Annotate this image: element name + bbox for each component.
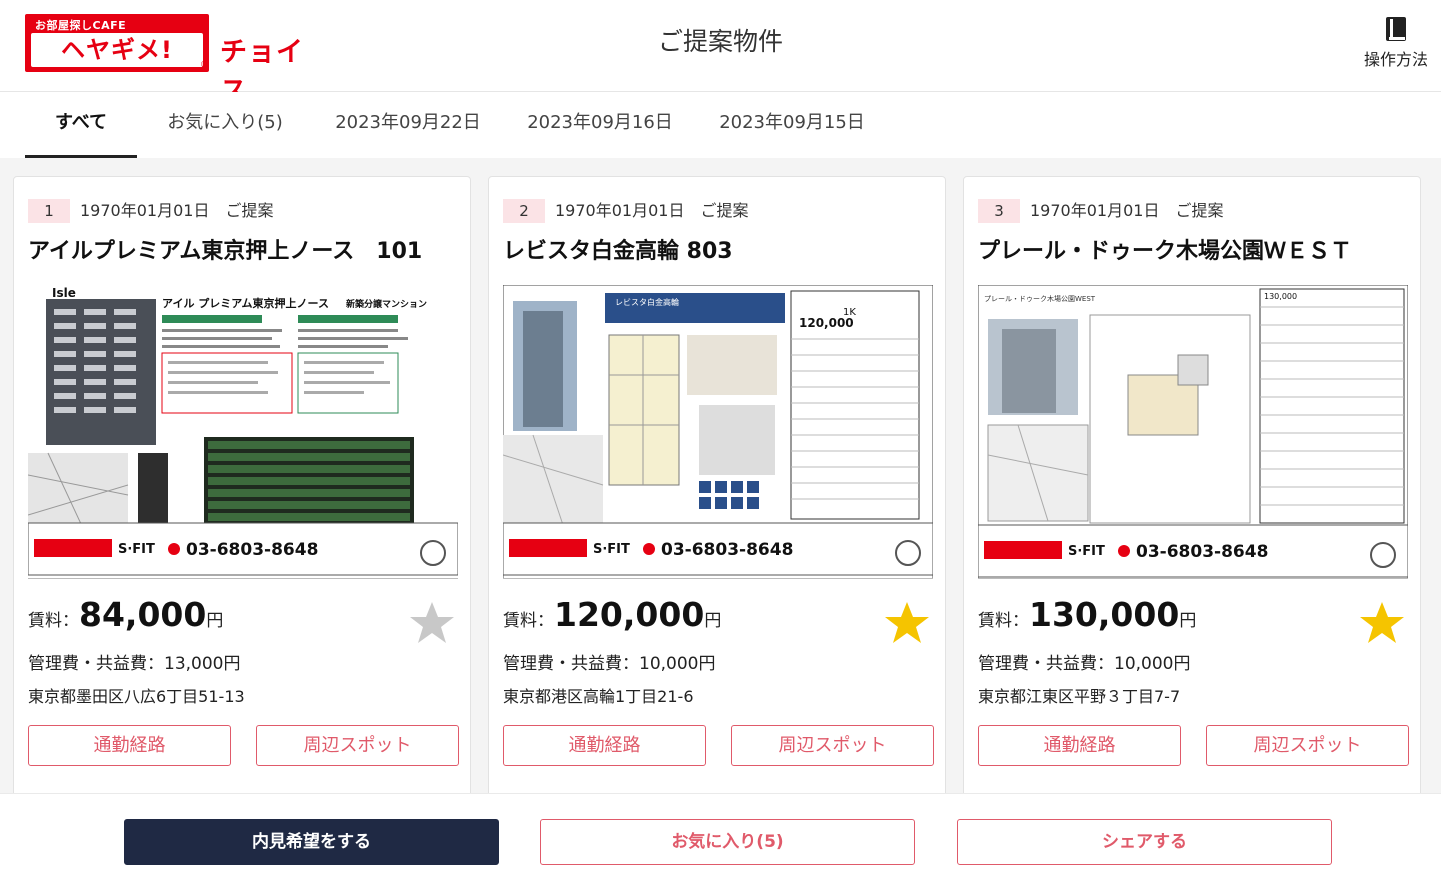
property-flyer-image[interactable]: プレール・ドゥーク木場公園WEST 130,000 S·FIT 03-6803-… — [978, 285, 1408, 579]
tab-favorites[interactable]: お気に入り(5) — [155, 92, 295, 158]
favorites-button[interactable]: お気に入り(5) — [540, 819, 915, 865]
property-card[interactable]: 2 1970年01月01日 ご提案 レビスタ白金高輪 803 レビスタ白金高輪 … — [488, 176, 946, 806]
rent-row: 賃料：130,000円 — [978, 595, 1196, 639]
card-number: 3 — [978, 199, 1020, 223]
flyer-title: アイル プレミアム東京押上ノース — [162, 296, 329, 310]
rent-value: 84,000 — [79, 595, 207, 634]
flyer-company: S·FIT — [593, 542, 630, 557]
nearby-spots-button[interactable]: 周辺スポット — [1206, 725, 1409, 766]
help-button[interactable]: 操作方法 — [1358, 16, 1434, 70]
flyer-company: S·FIT — [118, 542, 155, 557]
property-name[interactable]: プレール・ドゥーク木場公園ＷＥＳＴ — [978, 233, 1352, 265]
rent-row: 賃料：120,000円 — [503, 595, 721, 639]
tab-date-20230922[interactable]: 2023年09月22日 — [328, 92, 488, 158]
property-address: 東京都江東区平野３丁目7-7 — [978, 687, 1181, 706]
tab-bar: すべて お気に入り(5) 2023年09月22日 2023年09月16日 202… — [0, 92, 1441, 158]
property-name[interactable]: アイルプレミアム東京押上ノース 101 — [28, 233, 422, 265]
tab-all[interactable]: すべて — [25, 92, 137, 158]
rent-unit: 円 — [1179, 611, 1197, 631]
flyer-title: プレール・ドゥーク木場公園WEST — [984, 294, 1096, 303]
flyer-graphic: プレール・ドゥーク木場公園WEST 130,000 S·FIT 03-6803-… — [978, 285, 1408, 578]
page-title: ご提案物件 — [657, 27, 783, 56]
nearby-spots-button[interactable]: 周辺スポット — [256, 725, 459, 766]
flyer-phone: 03-6803-8648 — [661, 540, 793, 560]
commute-route-button[interactable]: 通勤経路 — [503, 725, 706, 766]
rent-row: 賃料：84,000円 — [28, 595, 223, 639]
favorite-star-icon-off[interactable] — [408, 599, 456, 647]
property-name[interactable]: レビスタ白金高輪 803 — [503, 233, 733, 265]
property-card[interactable]: 1 1970年01月01日 ご提案 アイルプレミアム東京押上ノース 101 Is… — [13, 176, 471, 806]
card-number: 2 — [503, 199, 545, 223]
rent-label: 賃料： — [978, 611, 1029, 631]
bottom-action-bar: 内見希望をする お気に入り(5) シェアする — [0, 793, 1441, 880]
rent-unit: 円 — [206, 611, 224, 631]
book-icon — [1386, 17, 1406, 41]
favorite-star-icon-on[interactable] — [1358, 599, 1406, 647]
proposal-date: 1970年01月01日 ご提案 — [555, 201, 749, 220]
property-address: 東京都墨田区八広6丁目51-13 — [28, 687, 245, 706]
logo-registered-mark: ® — [200, 60, 208, 69]
flyer-rent: 120,000 — [799, 316, 854, 330]
management-fee: 管理費・共益費：13,000円 — [28, 654, 241, 674]
request-viewing-button[interactable]: 内見希望をする — [124, 819, 499, 865]
property-address: 東京都港区高輪1丁目21-6 — [503, 687, 694, 706]
help-label: 操作方法 — [1363, 50, 1428, 69]
card-number: 1 — [28, 199, 70, 223]
management-fee: 管理費・共益費：10,000円 — [503, 654, 716, 674]
proposal-date: 1970年01月01日 ご提案 — [1030, 201, 1224, 220]
rent-label: 賃料： — [503, 611, 554, 631]
property-flyer-image[interactable]: Isle アイル プレミアム東京押上ノース 新築分譲マンション S·FIT 03… — [28, 285, 458, 579]
flyer-phone: 03-6803-8648 — [186, 540, 318, 560]
flyer-phone: 03-6803-8648 — [1136, 542, 1268, 562]
proposal-date: 1970年01月01日 ご提案 — [80, 201, 274, 220]
tab-date-20230915[interactable]: 2023年09月15日 — [712, 92, 872, 158]
flyer-brand: Isle — [52, 286, 76, 300]
property-card[interactable]: 3 1970年01月01日 ご提案 プレール・ドゥーク木場公園ＷＥＳＴ プレール… — [963, 176, 1421, 806]
favorite-star-icon-on[interactable] — [883, 599, 931, 647]
flyer-title: レビスタ白金高輪 — [615, 297, 679, 307]
management-fee: 管理費・共益費：10,000円 — [978, 654, 1191, 674]
rent-value: 120,000 — [554, 595, 705, 634]
rent-unit: 円 — [704, 611, 722, 631]
flyer-tag: 新築分譲マンション — [346, 298, 427, 310]
property-flyer-image[interactable]: レビスタ白金高輪 120,000 1K S·FIT 03-6803-8648 — [503, 285, 933, 579]
tab-date-20230916[interactable]: 2023年09月16日 — [520, 92, 680, 158]
rent-value: 130,000 — [1029, 595, 1180, 634]
flyer-rent: 130,000 — [1264, 292, 1297, 301]
commute-route-button[interactable]: 通勤経路 — [978, 725, 1181, 766]
nearby-spots-button[interactable]: 周辺スポット — [731, 725, 934, 766]
rent-label: 賃料： — [28, 611, 79, 631]
share-button[interactable]: シェアする — [957, 819, 1332, 865]
flyer-graphic: レビスタ白金高輪 120,000 1K S·FIT 03-6803-8648 — [503, 285, 933, 578]
flyer-layout: 1K — [843, 307, 856, 318]
app-header: お部屋探しCAFE ヘヤギメ! ® チョイス ご提案物件 操作方法 — [0, 0, 1441, 107]
commute-route-button[interactable]: 通勤経路 — [28, 725, 231, 766]
flyer-company: S·FIT — [1068, 544, 1105, 559]
flyer-graphic: Isle アイル プレミアム東京押上ノース 新築分譲マンション S·FIT 03… — [28, 285, 458, 578]
